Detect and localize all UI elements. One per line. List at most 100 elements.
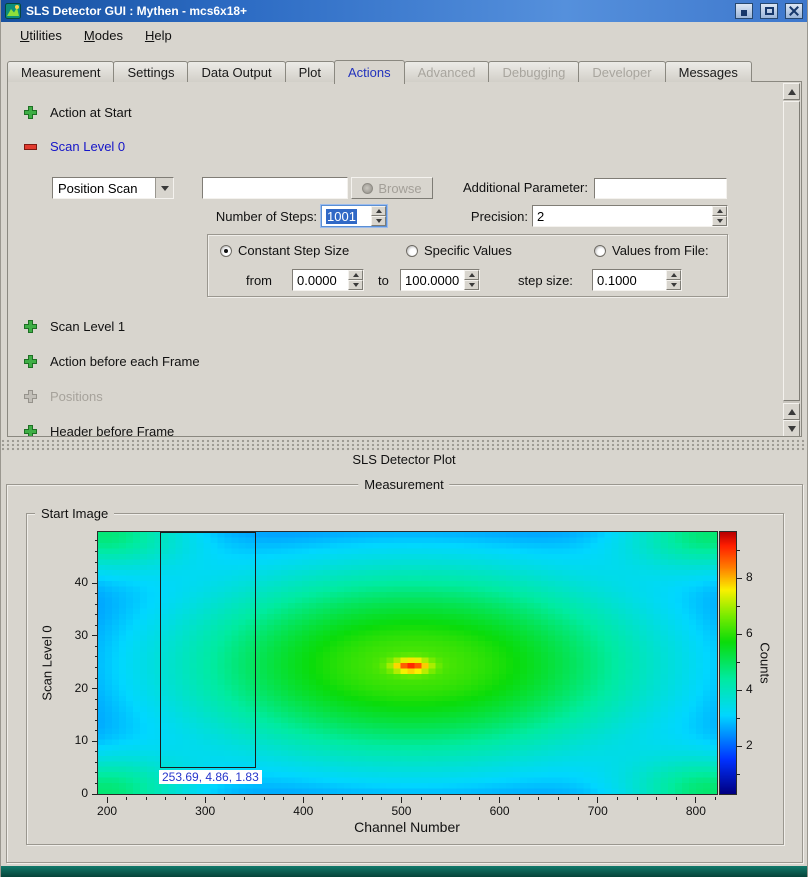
from-value: 0.0000 bbox=[293, 270, 348, 290]
tick-x bbox=[558, 797, 559, 800]
collapse-minus-icon[interactable] bbox=[24, 140, 37, 153]
expand-plus-icon[interactable] bbox=[24, 320, 37, 333]
splitter-handle[interactable] bbox=[1, 439, 807, 451]
app-icon[interactable] bbox=[5, 3, 21, 19]
step-size-value: 0.1000 bbox=[593, 270, 666, 290]
precision-spinbox[interactable]: 2 bbox=[532, 205, 728, 227]
spin-buttons bbox=[371, 206, 386, 226]
spin-up-button[interactable] bbox=[371, 206, 386, 216]
step-size-label: step size: bbox=[518, 270, 573, 292]
scan-level-1-label: Scan Level 1 bbox=[50, 319, 125, 334]
application-window: SLS Detector GUI : Mythen - mcs6x18+ Uti… bbox=[0, 0, 808, 877]
tick-x-label: 300 bbox=[187, 804, 223, 818]
minimize-icon bbox=[741, 10, 747, 16]
tick-x bbox=[165, 797, 166, 800]
positions-label: Positions bbox=[50, 389, 103, 404]
radio-specific-values[interactable]: Specific Values bbox=[406, 243, 512, 258]
scroll-up-button-bottom[interactable] bbox=[783, 403, 800, 420]
additional-parameter-input bbox=[594, 178, 727, 199]
radio-constant-step-size[interactable]: Constant Step Size bbox=[220, 243, 349, 258]
vertical-scrollbar[interactable] bbox=[783, 83, 800, 437]
action-at-start-row[interactable]: Action at Start bbox=[24, 105, 132, 120]
spin-down-button[interactable] bbox=[371, 216, 386, 226]
minimize-button[interactable] bbox=[735, 3, 753, 19]
heatmap-plot-area[interactable]: 253.69, 4.86, 1.83 bbox=[97, 531, 718, 795]
spin-up-button[interactable] bbox=[464, 270, 479, 280]
spin-buttons bbox=[666, 270, 681, 290]
menu-help[interactable]: Help bbox=[134, 24, 183, 47]
number-of-steps-spinbox[interactable]: 1001 bbox=[321, 205, 387, 227]
spin-down-button[interactable] bbox=[666, 280, 681, 290]
tick-x-label: 200 bbox=[89, 804, 125, 818]
spin-down-icon bbox=[376, 219, 382, 223]
action-at-start-label: Action at Start bbox=[50, 105, 132, 120]
tick-y-label: 20 bbox=[75, 681, 88, 695]
title-bar[interactable]: SLS Detector GUI : Mythen - mcs6x18+ bbox=[1, 0, 807, 22]
tick-x bbox=[362, 797, 363, 800]
scroll-up-button[interactable] bbox=[783, 83, 800, 100]
tab-messages[interactable]: Messages bbox=[665, 61, 752, 82]
tab-actions[interactable]: Actions bbox=[334, 60, 405, 84]
close-button[interactable] bbox=[785, 3, 803, 19]
spin-buttons bbox=[712, 206, 727, 226]
additional-parameter-label: Additional Parameter: bbox=[448, 177, 588, 199]
scan-level-0-row[interactable]: Scan Level 0 bbox=[24, 139, 125, 154]
combobox-dropdown-button[interactable] bbox=[155, 178, 173, 198]
tick-cb bbox=[737, 606, 740, 607]
scan-mode-combobox[interactable]: Position Scan bbox=[52, 177, 174, 199]
action-before-frame-row[interactable]: Action before each Frame bbox=[24, 354, 200, 369]
tab-settings[interactable]: Settings bbox=[113, 61, 188, 82]
menu-bar: Utilities Modes Help bbox=[1, 22, 807, 48]
menu-modes[interactable]: Modes bbox=[73, 24, 134, 47]
step-size-spinbox[interactable]: 0.1000 bbox=[592, 269, 682, 291]
desktop-background-strip bbox=[1, 866, 807, 877]
to-label: to bbox=[378, 270, 389, 292]
y-axis: 010203040 bbox=[72, 532, 98, 794]
tab-measurement[interactable]: Measurement bbox=[7, 61, 114, 82]
tick-x bbox=[283, 797, 284, 800]
radio-values-from-file[interactable]: Values from File: bbox=[594, 243, 709, 258]
radio-constant-label: Constant Step Size bbox=[238, 243, 349, 258]
spin-up-button[interactable] bbox=[712, 206, 727, 216]
scan-script-input[interactable] bbox=[202, 177, 348, 199]
colorbar-gradient bbox=[720, 532, 736, 794]
expand-plus-icon[interactable] bbox=[24, 355, 37, 368]
tab-plot[interactable]: Plot bbox=[285, 61, 335, 82]
tick-y-label: 10 bbox=[75, 733, 88, 747]
tick-x bbox=[637, 797, 638, 800]
action-before-frame-label: Action before each Frame bbox=[50, 354, 200, 369]
spin-up-icon bbox=[469, 273, 475, 277]
tick-x bbox=[205, 797, 206, 803]
spin-down-button[interactable] bbox=[348, 280, 363, 290]
step-mode-groupbox: Constant Step Size Specific Values Value… bbox=[207, 234, 728, 297]
tab-data-output[interactable]: Data Output bbox=[187, 61, 285, 82]
browse-label: Browse bbox=[378, 181, 421, 196]
maximize-icon bbox=[765, 7, 774, 15]
spin-up-button[interactable] bbox=[666, 270, 681, 280]
tick-x bbox=[264, 797, 265, 800]
expand-plus-icon[interactable] bbox=[24, 106, 37, 119]
spin-down-button[interactable] bbox=[464, 280, 479, 290]
tick-cb bbox=[737, 662, 740, 663]
tick-x-label: 400 bbox=[285, 804, 321, 818]
from-spinbox[interactable]: 0.0000 bbox=[292, 269, 364, 291]
tab-developer: Developer bbox=[578, 61, 665, 82]
scrollbar-thumb[interactable] bbox=[783, 101, 800, 401]
y-axis-title: Scan Level 0 bbox=[40, 625, 55, 700]
expand-plus-icon[interactable] bbox=[24, 425, 37, 437]
maximize-button[interactable] bbox=[760, 3, 778, 19]
precision-value: 2 bbox=[533, 206, 712, 226]
tick-cb-label: 4 bbox=[746, 682, 753, 696]
scan-level-1-row[interactable]: Scan Level 1 bbox=[24, 319, 125, 334]
header-before-frame-row[interactable]: Header before Frame bbox=[24, 424, 174, 437]
spin-up-button[interactable] bbox=[348, 270, 363, 280]
spin-down-button[interactable] bbox=[712, 216, 727, 226]
to-spinbox[interactable]: 100.0000 bbox=[400, 269, 480, 291]
tick-x bbox=[107, 797, 108, 803]
tick-cb bbox=[737, 690, 742, 691]
menu-utilities[interactable]: Utilities bbox=[9, 24, 73, 47]
radio-icon bbox=[220, 245, 232, 257]
scroll-down-button[interactable] bbox=[783, 420, 800, 437]
tick-cb bbox=[737, 550, 740, 551]
tab-debugging: Debugging bbox=[488, 61, 579, 82]
